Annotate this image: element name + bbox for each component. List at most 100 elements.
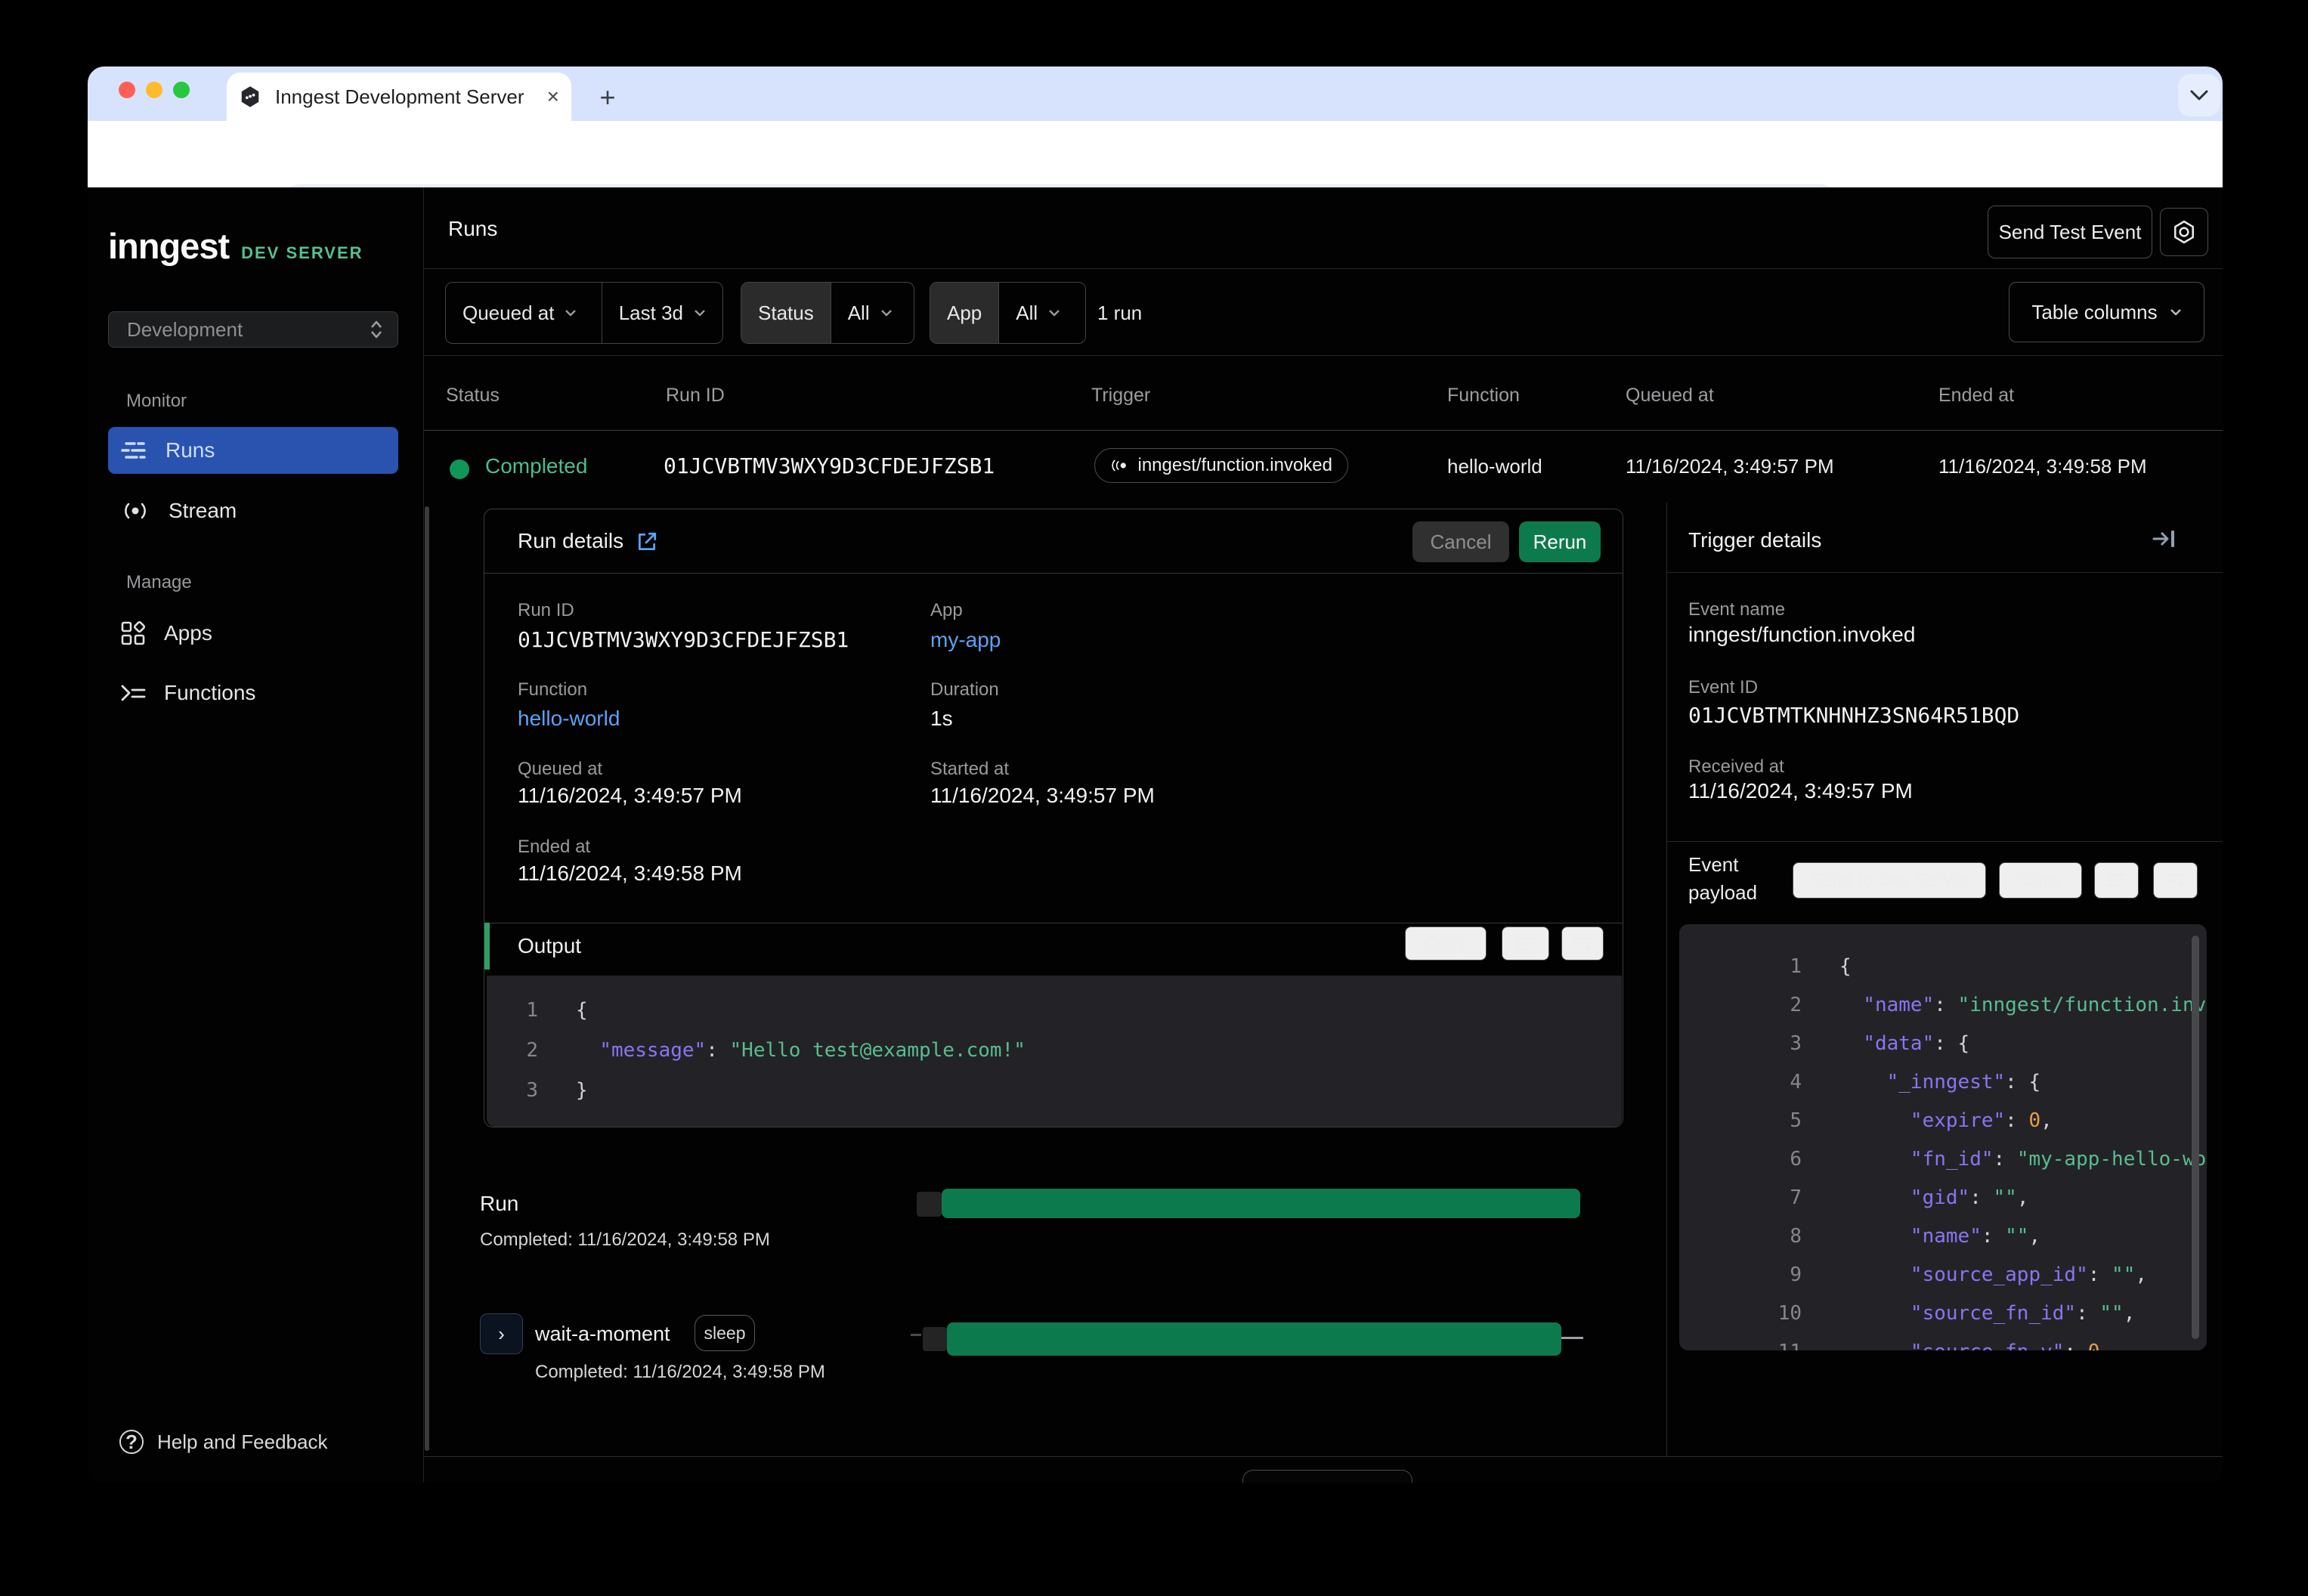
row-function: hello-world (1447, 455, 1542, 478)
step-name: wait-a-moment (535, 1322, 670, 1345)
new-tab-button[interactable]: + (592, 83, 623, 113)
event-payload-label: Event payload (1688, 853, 1758, 904)
run-duration-bar[interactable] (942, 1189, 1580, 1218)
expand-down-icon (2166, 874, 2185, 888)
status-dot (450, 459, 469, 479)
trigger-badge[interactable]: inngest/function.invoked (1094, 448, 1348, 483)
collapse-panel-icon[interactable] (2152, 527, 2177, 550)
duration-label: Duration (930, 679, 999, 700)
sidebar-item-label: Apps (164, 621, 212, 645)
time-range-filter[interactable]: Last 3d (601, 283, 722, 343)
column-header-run-id[interactable]: Run ID (666, 384, 725, 407)
row-status: Completed (485, 454, 588, 478)
inngest-app: inngest DEV SERVER Development Monitor R… (88, 187, 2223, 1483)
column-header-queued-at[interactable]: Queued at (1626, 384, 1714, 407)
step-expand-button[interactable]: › (480, 1313, 523, 1354)
received-at-label: Received at (1688, 756, 1784, 777)
app-link[interactable]: my-app (930, 627, 1001, 653)
tab-close-icon[interactable]: × (547, 86, 559, 107)
timeline-toggle-button[interactable] (1242, 1470, 1412, 1483)
apps-icon (121, 620, 146, 645)
column-header-status[interactable]: Status (446, 384, 500, 407)
browser-tab[interactable]: Inngest Development Server × (227, 73, 571, 121)
monitor-section-label: Monitor (126, 391, 187, 411)
function-label: Function (518, 679, 588, 700)
payload-copy-button[interactable]: Copy (1999, 862, 2082, 899)
traffic-minimize-button[interactable] (146, 82, 162, 98)
sidebar-item-apps[interactable]: Apps (108, 611, 398, 656)
started-at-label: Started at (930, 759, 1010, 779)
output-wrap-button[interactable] (1502, 926, 1549, 960)
trigger-badge-label: inngest/function.invoked (1137, 455, 1332, 475)
payload-wrap-button[interactable] (2094, 862, 2139, 899)
run-count: 1 run (1097, 302, 1143, 324)
pane-divider (1666, 503, 1667, 1456)
word-wrap-icon (1516, 937, 1535, 950)
row-queued-at: 11/16/2024, 3:49:57 PM (1626, 455, 1834, 478)
cancel-label: Cancel (1430, 530, 1492, 553)
tab-favicon-icon (239, 85, 261, 108)
scrollbar-thumb[interactable] (425, 506, 429, 1451)
environment-select[interactable]: Development (108, 311, 398, 348)
cancel-button[interactable]: Cancel (1412, 521, 1509, 562)
time-field-filter[interactable]: Queued at (446, 283, 602, 343)
sidebar-item-functions[interactable]: Functions (108, 670, 398, 716)
help-and-feedback[interactable]: ? Help and Feedback (119, 1427, 327, 1457)
functions-icon (121, 685, 146, 701)
traffic-close-button[interactable] (119, 82, 135, 98)
app-value-label: All (1016, 301, 1038, 324)
duration-value: 1s (930, 707, 953, 730)
step-kind-badge: sleep (695, 1315, 755, 1351)
status-filter-value[interactable]: All (830, 283, 914, 343)
copy-label: Copy (1424, 933, 1468, 954)
column-header-ended-at[interactable]: Ended at (1938, 384, 2014, 407)
step-completed-text: Completed: 11/16/2024, 3:49:58 PM (535, 1362, 825, 1382)
step-duration-bar[interactable] (947, 1322, 1561, 1356)
output-title: Output (518, 934, 582, 957)
send-test-event-label: Send Test Event (1998, 220, 2142, 243)
step-queue-segment (923, 1327, 947, 1351)
sidebar-item-stream[interactable]: Stream (108, 488, 398, 534)
output-copy-button[interactable]: Copy (1405, 926, 1487, 960)
runs-icon (121, 442, 146, 459)
output-expand-button[interactable] (1561, 926, 1604, 960)
tab-search-chevron-icon[interactable] (2178, 74, 2220, 116)
card-header-divider (484, 573, 1623, 574)
open-run-external-icon[interactable] (636, 530, 658, 553)
column-header-trigger[interactable]: Trigger (1091, 384, 1150, 407)
select-updown-icon (371, 320, 382, 339)
send-test-event-button[interactable]: Send Test Event (1988, 206, 2152, 258)
send-to-dev-server-button[interactable]: Send to Dev Server (1793, 862, 1986, 899)
payload-expand-button[interactable] (2153, 862, 2198, 899)
function-link[interactable]: hello-world (518, 706, 620, 732)
step-connector-right (1561, 1337, 1583, 1339)
help-label: Help and Feedback (157, 1430, 328, 1453)
payload-scrollbar-thumb[interactable] (2192, 936, 2199, 1339)
time-filter-group: Queued at Last 3d (445, 282, 723, 344)
status-filter-group: Status All (741, 282, 914, 344)
table-columns-label: Table columns (2031, 300, 2158, 323)
app-filter-value[interactable]: All (998, 283, 1085, 343)
event-id-label: Event ID (1688, 677, 1759, 697)
run-queue-segment (917, 1192, 942, 1217)
stream-icon (125, 503, 146, 519)
settings-gear-button[interactable] (2160, 208, 2208, 256)
trigger-header-divider (1667, 572, 2223, 573)
sidebar-item-runs[interactable]: Runs (108, 427, 398, 474)
table-columns-button[interactable]: Table columns (2009, 282, 2204, 342)
rerun-button[interactable]: Rerun (1519, 521, 1601, 562)
queued-at-label: Queued at (518, 759, 603, 779)
browser-window: Inngest Development Server × + localhost… (88, 66, 2223, 1483)
traffic-zoom-button[interactable] (173, 82, 190, 98)
ended-at-label: Ended at (518, 837, 591, 857)
started-at-value: 11/16/2024, 3:49:57 PM (930, 784, 1155, 807)
environment-select-value: Development (127, 317, 243, 341)
page-title: Runs (448, 217, 498, 240)
row-ended-at: 11/16/2024, 3:49:58 PM (1938, 455, 2147, 478)
logo: inngest DEV SERVER (108, 225, 364, 267)
timeline-run-label: Run (480, 1192, 519, 1215)
column-header-function[interactable]: Function (1447, 384, 1520, 407)
app-filter-group: App All (930, 282, 1086, 344)
payload-divider (1667, 841, 2223, 842)
help-icon: ? (119, 1430, 144, 1454)
